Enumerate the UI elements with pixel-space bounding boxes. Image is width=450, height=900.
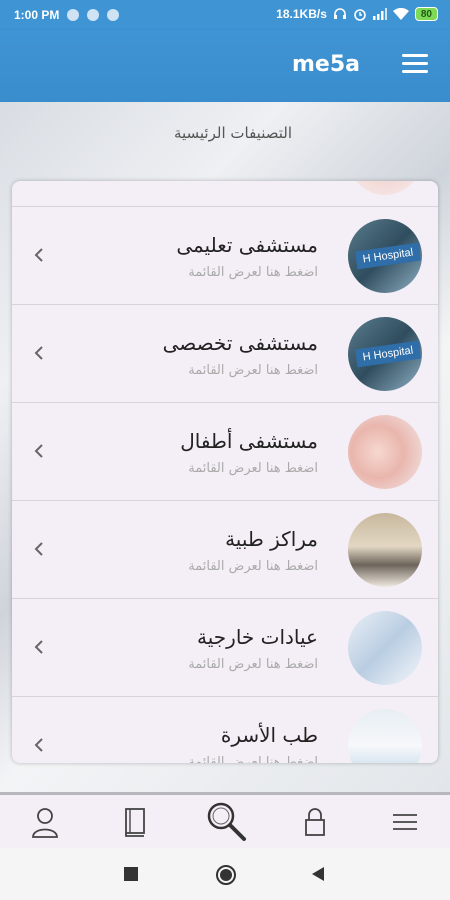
list-item[interactable]: مستشفى أطفال اضغط هنا لعرض القائمة [12,403,438,501]
clinic-photo [348,611,422,685]
wifi-icon [392,8,409,20]
network-speed: 18.1KB/s [276,7,327,21]
status-bar: 1:00 PM 18.1KB/s 80 [0,0,450,30]
category-hint: اضغط هنا لعرض القائمة [188,755,318,763]
status-time: 1:00 PM [14,8,60,22]
hamburger-menu-icon[interactable] [402,54,428,74]
list-item[interactable]: مراكز طبية اضغط هنا لعرض القائمة [12,501,438,599]
search-icon[interactable] [204,799,248,843]
list-item[interactable]: H Hospital مستشفى تخصصى اضغط هنا لعرض ال… [12,305,438,403]
headset-icon [333,8,346,19]
notification-icon [67,9,80,21]
category-name: طب الأسرة [220,723,318,747]
profile-icon[interactable] [28,805,62,839]
chevron-left-icon [34,444,43,458]
category-list[interactable]: H Hospital مستشفى تعليمى اضغط هنا لعرض ا… [12,181,438,763]
category-hint: اضغط هنا لعرض القائمة [188,559,318,574]
book-icon[interactable] [118,805,152,839]
app-title: me5a [292,52,360,77]
category-thumbnail [348,181,422,195]
category-name: مستشفى أطفال [180,429,318,453]
bottom-tab-bar [0,792,450,848]
list-item[interactable]: عيادات خارجية اضغط هنا لعرض القائمة [12,599,438,697]
alarm-icon [354,9,366,21]
hospital-building-icon: H Hospital [348,317,422,391]
lock-icon[interactable] [298,805,332,839]
signal-icon [372,8,387,20]
section-title: التصنيفات الرئيسية [173,124,292,142]
notification-icon-3 [107,9,120,21]
menu-icon[interactable] [388,805,422,839]
category-hint: اضغط هنا لعرض القائمة [188,363,318,378]
category-name: عيادات خارجية [197,625,318,649]
chevron-left-icon [34,542,43,556]
chevron-left-icon [34,248,43,262]
list-item[interactable]: طب الأسرة اضغط هنا لعرض القائمة [12,697,438,763]
hospital-building-icon: H Hospital [348,219,422,293]
home-icon[interactable] [215,864,237,886]
medical-room-photo [348,513,422,587]
list-item[interactable] [12,181,438,207]
notification-icon-2 [87,9,100,21]
category-name: مستشفى تخصصى [162,331,318,355]
chevron-left-icon [34,640,43,654]
category-hint: اضغط هنا لعرض القائمة [188,657,318,672]
back-icon[interactable] [310,866,326,882]
doctor-photo [348,709,422,763]
chevron-left-icon [34,346,43,360]
baby-photo [348,415,422,489]
battery-indicator: 80 [414,7,438,21]
recents-icon[interactable] [124,867,138,881]
list-item[interactable]: H Hospital مستشفى تعليمى اضغط هنا لعرض ا… [12,207,438,305]
category-name: مستشفى تعليمى [176,233,318,257]
category-hint: اضغط هنا لعرض القائمة [188,461,318,476]
category-name: مراكز طبية [225,527,318,551]
system-nav-bar [0,848,450,900]
chevron-left-icon [34,738,43,752]
category-hint: اضغط هنا لعرض القائمة [188,265,318,280]
app-bar: me5a [0,30,450,102]
